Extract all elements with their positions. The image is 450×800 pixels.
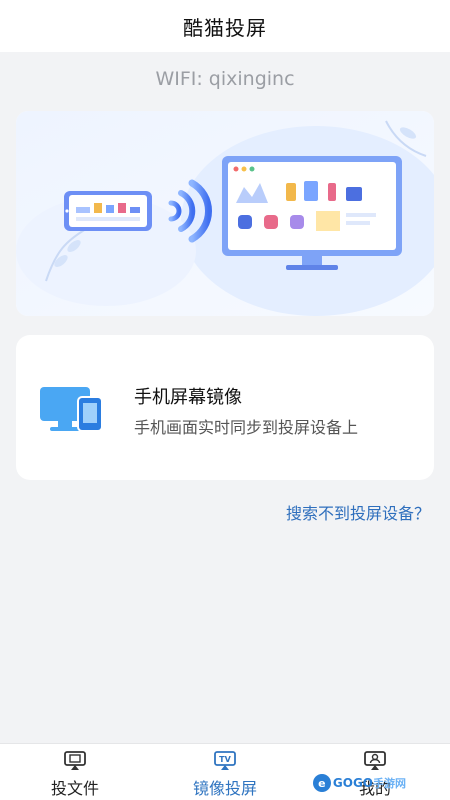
mirror-subtitle: 手机画面实时同步到投屏设备上 bbox=[134, 418, 359, 437]
svg-text:TV: TV bbox=[219, 755, 231, 764]
tab-label: 投文件 bbox=[50, 779, 99, 798]
watermark-suffix: 手游网 bbox=[373, 777, 406, 790]
profile-icon bbox=[362, 750, 388, 772]
phone-graphic bbox=[64, 191, 152, 231]
file-cast-icon bbox=[62, 750, 88, 772]
tab-label: 镜像投屏 bbox=[192, 779, 257, 798]
screen-mirror-card[interactable]: 手机屏幕镜像 手机画面实时同步到投屏设备上 bbox=[16, 335, 434, 480]
tv-icon: TV bbox=[212, 750, 238, 772]
monitor-graphic bbox=[222, 156, 402, 270]
app-header: 酷猫投屏 bbox=[0, 0, 450, 52]
page-title: 酷猫投屏 bbox=[183, 15, 267, 40]
tab-file-cast[interactable]: 投文件 bbox=[0, 744, 150, 800]
bottom-tab-bar: 投文件 TV 镜像投屏 我的 e GOGO 手游网 bbox=[0, 743, 450, 800]
cast-illustration bbox=[16, 111, 434, 316]
device-not-found-link[interactable]: 搜索不到投屏设备？ bbox=[286, 500, 430, 524]
screen-mirror-icon bbox=[38, 385, 108, 437]
watermark-circle: e bbox=[312, 774, 331, 792]
watermark-brand: GOGO bbox=[332, 776, 373, 790]
mirror-title: 手机屏幕镜像 bbox=[134, 387, 242, 408]
hero-illustration bbox=[16, 111, 434, 316]
watermark-logo: e GOGO 手游网 bbox=[312, 774, 406, 792]
tab-mirror-cast[interactable]: TV 镜像投屏 bbox=[150, 744, 300, 800]
wifi-status: WIFI: qixinginc bbox=[155, 68, 295, 90]
